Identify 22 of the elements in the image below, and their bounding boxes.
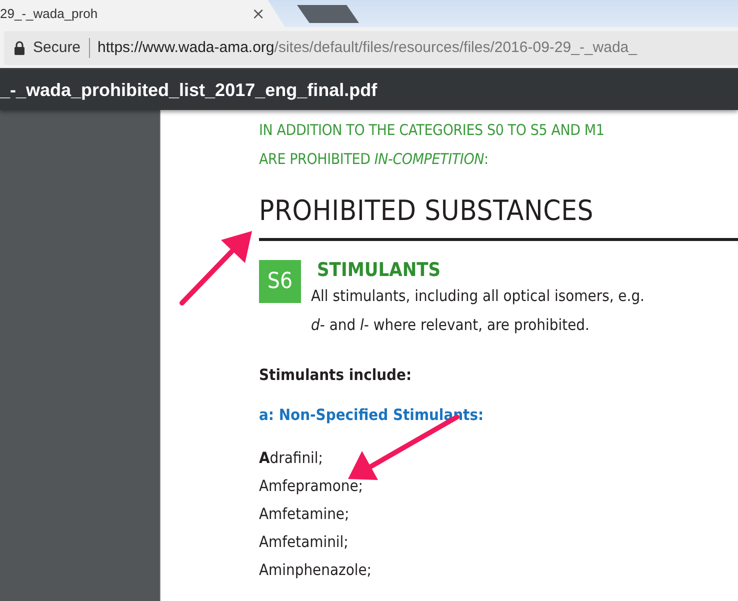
subheading: Stimulants include: xyxy=(259,366,413,384)
substance-item: Aminphenazole; xyxy=(259,560,373,581)
substance-item: Adrafinil; xyxy=(259,448,324,469)
lock-icon xyxy=(14,40,25,54)
close-icon[interactable]: × xyxy=(252,4,265,23)
group-title: a: Non-Specified Stimulants: xyxy=(259,406,485,424)
intro-text: ARE PROHIBITED IN-COMPETITION: xyxy=(259,149,490,170)
url-text: https://www.wada-ama.org/sites/default/files/resources/files/2016-09-29_-_wada_ xyxy=(98,39,637,56)
description-text: All stimulants, including all optical isomers, e.g. xyxy=(311,286,644,307)
page-heading: PROHIBITED SUBSTANCES xyxy=(259,193,595,229)
browser-tab[interactable]: 29_-_wada_proh × xyxy=(0,0,285,27)
security-label: Secure xyxy=(33,39,81,56)
intro-text: IN ADDITION TO THE CATEGORIES S0 TO S5 AND M1 xyxy=(259,120,606,141)
section-code: S6 xyxy=(259,260,301,303)
substance-item: Amfepramone; xyxy=(259,476,364,497)
address-bar[interactable]: Secure https://www.wada-ama.org/sites/default/files/resources/files/2016-09-29_-_wada_ xyxy=(4,30,738,64)
substance-item: Amfetaminil; xyxy=(259,532,350,553)
pdf-title: _-_wada_prohibited_list_2017_eng_final.pdf xyxy=(0,80,378,100)
description-text: d- and l- where relevant, are prohibited. xyxy=(311,315,590,336)
substance-item: Amfetamine; xyxy=(259,504,350,525)
section-title: STIMULANTS xyxy=(316,258,442,282)
tab-title: 29_-_wada_proh xyxy=(0,6,98,21)
